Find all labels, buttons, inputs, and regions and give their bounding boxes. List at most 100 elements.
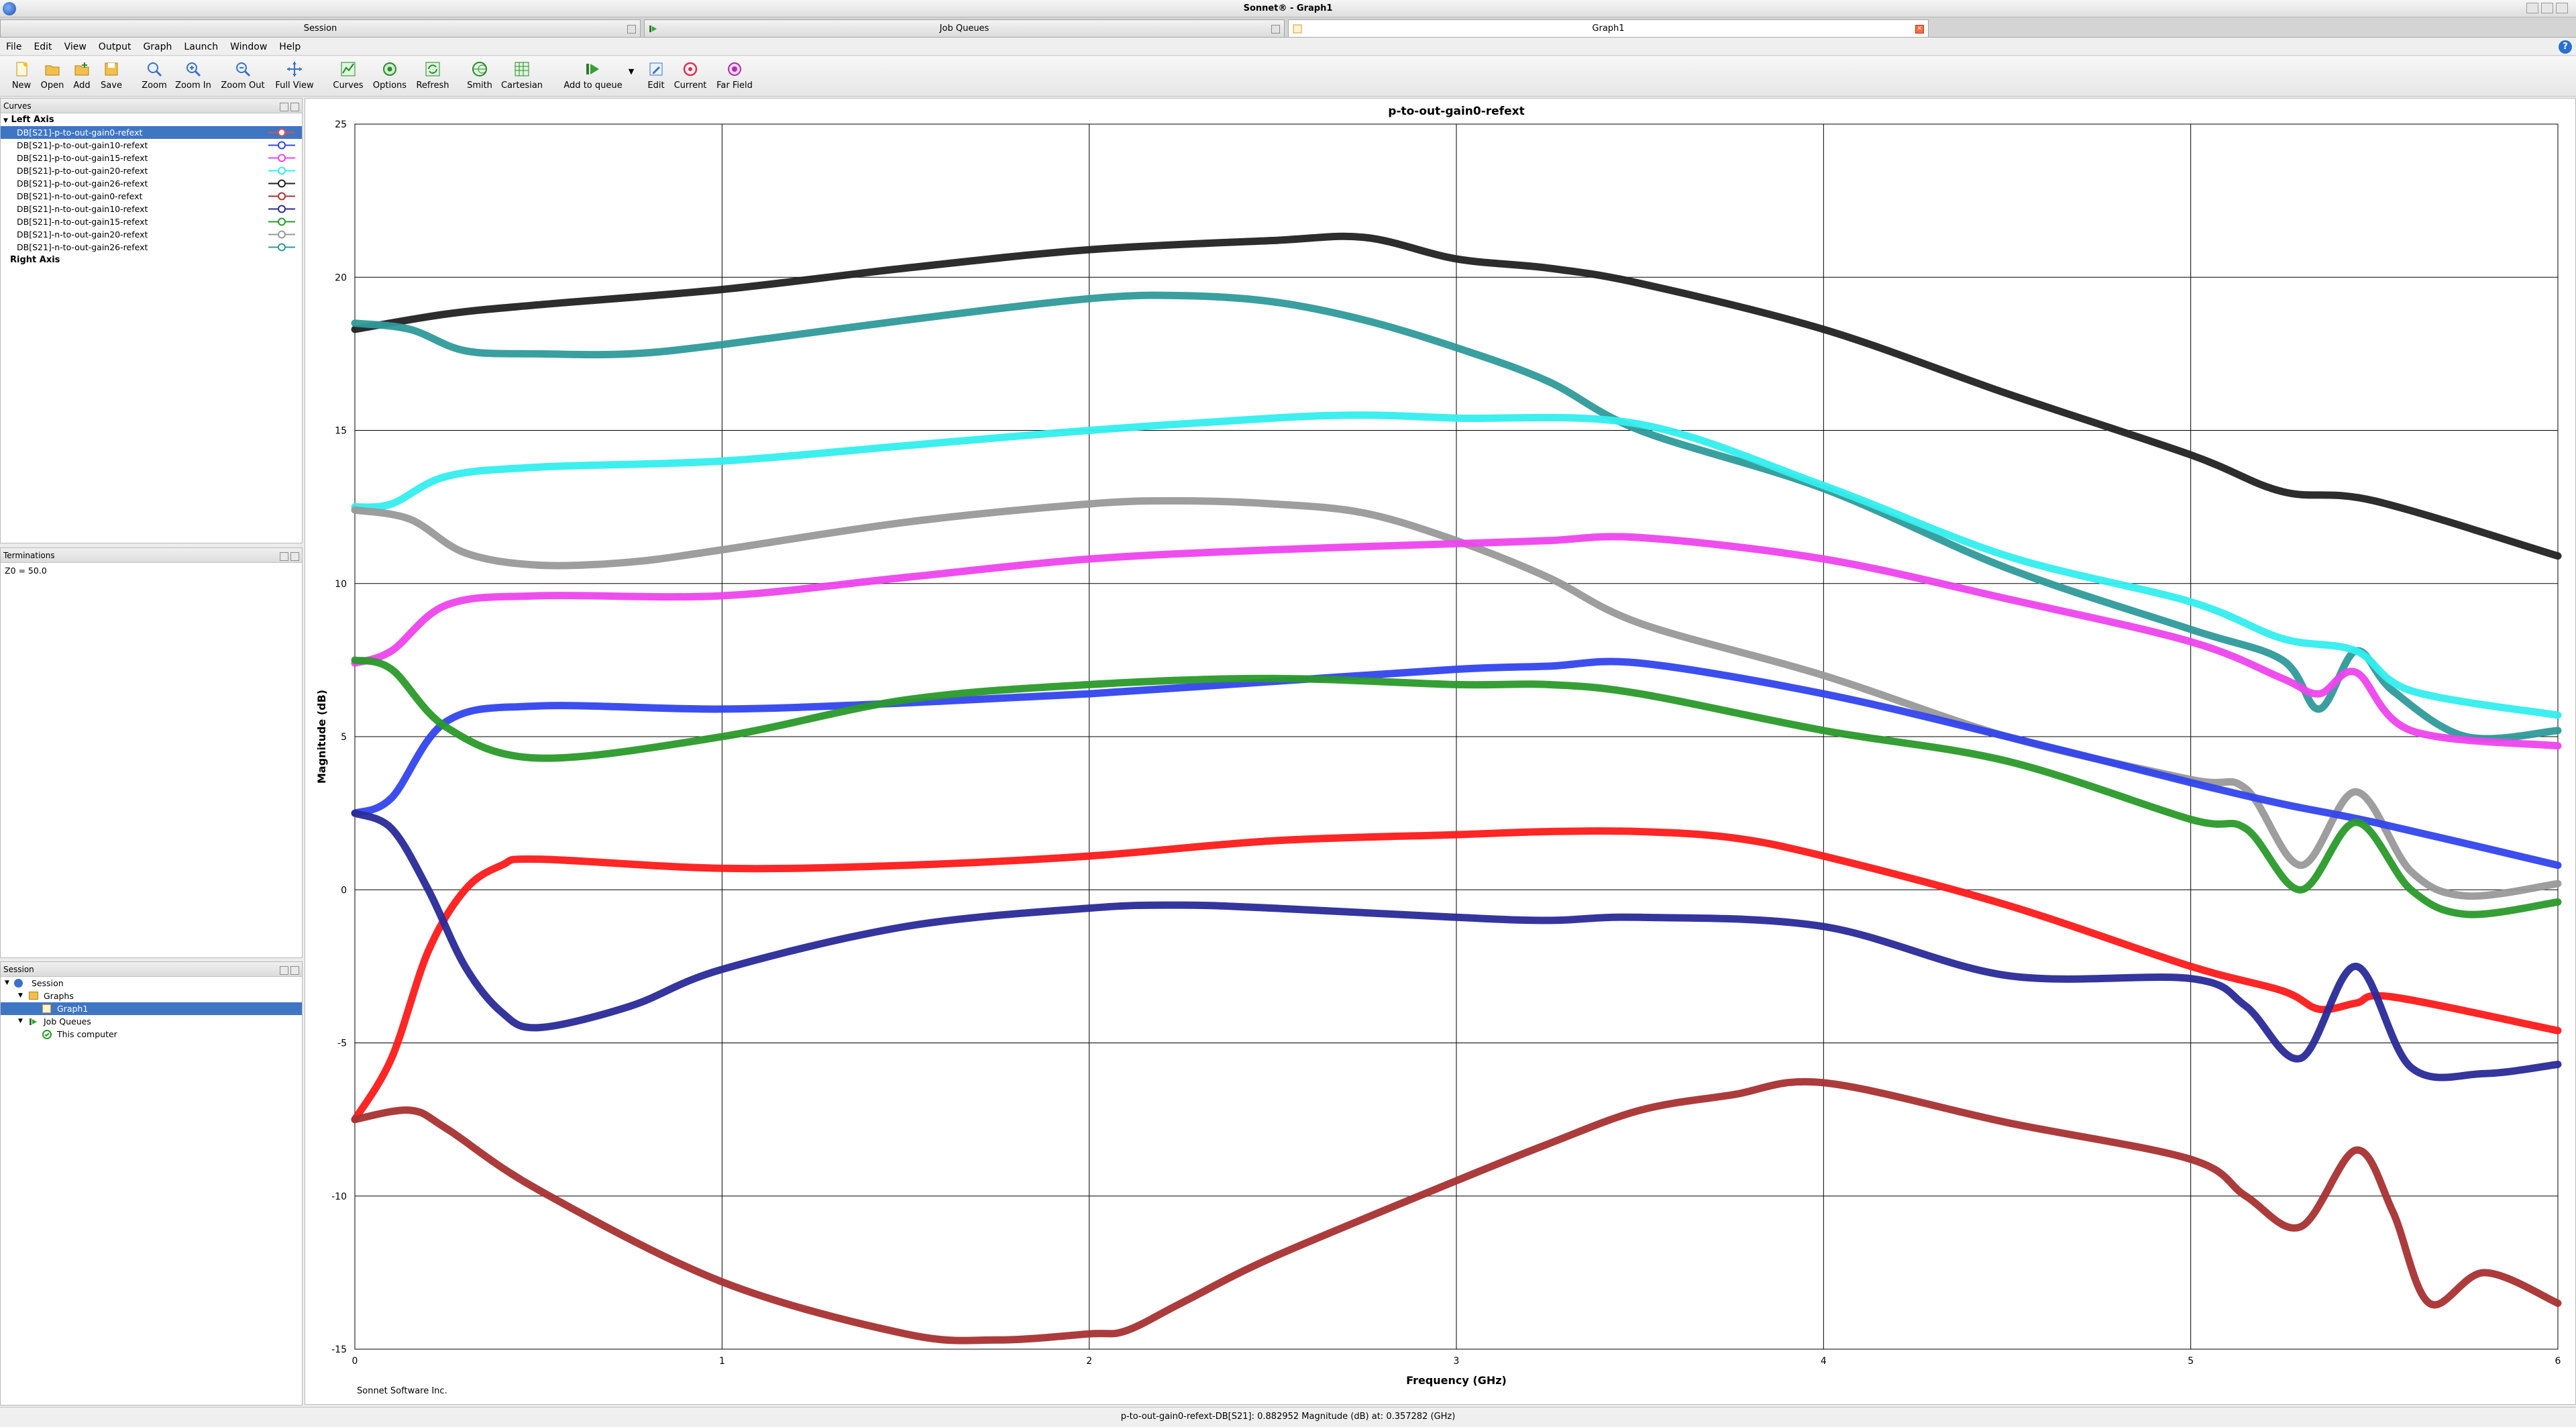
tab-job-queues[interactable]: Job Queues: [644, 19, 1285, 37]
zoom-button[interactable]: Zoom: [138, 60, 170, 94]
x-tick-label: 4: [1821, 1356, 1827, 1367]
menu-graph[interactable]: Graph: [137, 38, 178, 56]
menu-help[interactable]: Help: [273, 38, 307, 56]
new-file-icon: [16, 62, 28, 76]
curve-item[interactable]: DB[S21]-n-to-out-gain15-refext: [1, 215, 302, 228]
menu-window[interactable]: Window: [224, 38, 273, 56]
zoom-in-icon: [186, 62, 201, 77]
y-tick-label: 25: [335, 119, 347, 130]
refresh-button[interactable]: Refresh: [413, 60, 452, 94]
curve-item[interactable]: DB[S21]-p-to-out-gain26-refext: [1, 177, 302, 190]
tree-item-graphs[interactable]: ▼ Graphs: [1, 990, 302, 1002]
curve-item[interactable]: DB[S21]-p-to-out-gain20-refext: [1, 164, 302, 177]
zoom-icon: [148, 62, 162, 77]
curve-legend-swatch: [268, 166, 295, 175]
smith-button[interactable]: Smith: [463, 60, 496, 94]
session-panel: Session ▼ Session ▼ Graphs Graph1 ▼ Job …: [0, 961, 303, 1406]
far-field-button[interactable]: Far Field: [712, 60, 757, 94]
tree-item-session[interactable]: ▼ Session: [1, 977, 302, 990]
help-icon[interactable]: ?: [2559, 40, 2572, 54]
curve-item[interactable]: DB[S21]-n-to-out-gain20-refext: [1, 228, 302, 241]
close-tab-icon[interactable]: [627, 25, 636, 34]
main-toolbar: New Open Add Save Zoom Zoom In Zoom Out …: [0, 56, 2576, 97]
float-panel-button[interactable]: [280, 966, 288, 975]
open-folder-icon: [45, 65, 60, 76]
curve-label: DB[S21]-p-to-out-gain26-refext: [17, 178, 148, 189]
chart-title: p-to-out-gain0-refext: [1388, 105, 1524, 118]
curve-legend-swatch: [268, 192, 295, 201]
check-circle-icon: [42, 1030, 52, 1039]
curve-label: DB[S21]-n-to-out-gain0-refext: [17, 191, 143, 201]
menu-output[interactable]: Output: [93, 38, 138, 56]
menu-edit[interactable]: Edit: [28, 38, 58, 56]
close-panel-button[interactable]: [290, 966, 299, 975]
close-tab-icon[interactable]: ✕: [1915, 25, 1924, 34]
full-view-button[interactable]: Full View: [272, 60, 317, 94]
menu-view[interactable]: View: [58, 38, 93, 56]
curve-legend-swatch: [268, 179, 295, 188]
open-button[interactable]: Open: [38, 60, 67, 94]
tree-item-this-computer[interactable]: This computer: [1, 1028, 302, 1041]
graph-area[interactable]: p-to-out-gain0-refext 0 1 2 3 4 5 6 -15 -10 -5 0 5 10…: [305, 98, 2576, 1405]
float-panel-button[interactable]: [280, 103, 288, 111]
y-tick-label: 0: [341, 885, 347, 896]
options-button[interactable]: Options: [370, 60, 409, 94]
curve-item[interactable]: DB[S21]-p-to-out-gain0-refext: [1, 126, 302, 139]
status-text: p-to-out-gain0-refext-DB[S21]: 0.882952 …: [1120, 1412, 1456, 1422]
tab-label: Session: [303, 23, 337, 34]
right-axis-group[interactable]: Right Axis: [1, 254, 302, 266]
tab-graph1[interactable]: Graph1 ✕: [1288, 19, 1929, 37]
curve-item[interactable]: DB[S21]-n-to-out-gain26-refext: [1, 241, 302, 254]
curve-label: DB[S21]-n-to-out-gain26-refext: [17, 242, 148, 252]
cartesian-button[interactable]: Cartesian: [499, 60, 545, 94]
close-panel-button[interactable]: [290, 552, 299, 561]
close-panel-button[interactable]: [290, 103, 299, 111]
menu-launch[interactable]: Launch: [178, 38, 224, 56]
close-tab-icon[interactable]: [1271, 25, 1280, 34]
curve-item[interactable]: DB[S21]-n-to-out-gain10-refext: [1, 203, 302, 215]
y-tick-label: 15: [335, 426, 347, 437]
float-panel-button[interactable]: [280, 552, 288, 561]
chevron-down-icon: ▼: [18, 992, 23, 999]
tab-label: Graph1: [1592, 23, 1625, 34]
add-to-queue-button[interactable]: Add to queue: [561, 60, 625, 94]
curve-item[interactable]: DB[S21]-p-to-out-gain10-refext: [1, 139, 302, 152]
curve-item[interactable]: DB[S21]-p-to-out-gain15-refext: [1, 152, 302, 164]
s21-magnitude-chart[interactable]: p-to-out-gain0-refext 0 1 2 3 4 5 6 -15 -10 -5 0 5 10…: [305, 99, 2575, 1404]
curves-button[interactable]: Curves: [330, 60, 366, 94]
add-to-queue-icon: [586, 64, 599, 74]
save-button[interactable]: Save: [97, 60, 126, 94]
tab-session[interactable]: Session: [0, 19, 641, 37]
zoom-out-button[interactable]: Zoom Out: [219, 60, 267, 94]
maximize-button[interactable]: [2541, 3, 2553, 13]
sonnet-app-icon: [3, 2, 16, 15]
curves-icon: [341, 62, 356, 76]
minimize-button[interactable]: [2526, 3, 2538, 13]
y-tick-label: 10: [335, 579, 347, 590]
y-tick-label: 20: [335, 272, 347, 283]
y-tick-label: -5: [337, 1039, 347, 1049]
tree-item-graph1[interactable]: Graph1: [1, 1002, 302, 1015]
zoom-in-button[interactable]: Zoom In: [173, 60, 213, 94]
menu-file[interactable]: File: [0, 38, 28, 56]
curve-legend-swatch: [268, 205, 295, 213]
add-to-queue-dropdown[interactable]: ▼: [627, 60, 636, 94]
x-axis-label: Frequency (GHz): [1406, 1374, 1507, 1387]
refresh-icon: [425, 62, 440, 76]
chevron-down-icon: ▼: [18, 1018, 23, 1024]
close-window-button[interactable]: [2556, 3, 2568, 13]
far-field-icon: [728, 62, 741, 76]
window-controls: [2522, 0, 2576, 17]
edit-button[interactable]: Edit: [643, 60, 669, 94]
new-button[interactable]: New: [7, 60, 36, 94]
tree-item-job-queues[interactable]: ▼ Job Queues: [1, 1015, 302, 1028]
left-axis-group[interactable]: ▼ Left Axis: [1, 113, 302, 126]
curves-panel: Curves ▼ Left Axis DB[S21]-p-to-out-gain…: [0, 98, 303, 543]
curve-item[interactable]: DB[S21]-n-to-out-gain0-refext: [1, 190, 302, 203]
save-icon: [105, 62, 118, 76]
y-tick-label: -15: [331, 1344, 347, 1355]
add-button[interactable]: Add: [68, 60, 95, 94]
edit-icon: [649, 62, 663, 76]
current-button[interactable]: Current: [672, 60, 708, 94]
y-axis-label: Magnitude (dB): [315, 690, 328, 784]
